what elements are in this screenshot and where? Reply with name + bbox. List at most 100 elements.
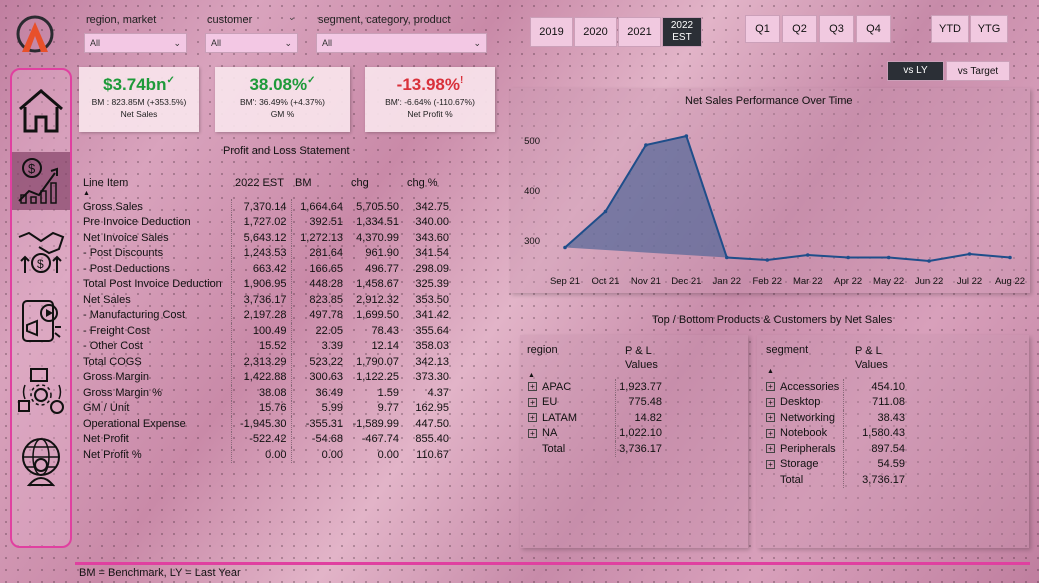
nav-marketing[interactable] bbox=[12, 292, 70, 350]
topbottom-title: Top / Bottom Products & Customers by Net… bbox=[652, 314, 893, 326]
quarter-q1-button[interactable]: Q1 bbox=[745, 15, 780, 43]
table-row[interactable]: Total COGS 2,313.29 523.22 1,790.07 342.13 bbox=[79, 354, 453, 370]
year-2019-button[interactable]: 2019 bbox=[530, 17, 573, 47]
expand-icon[interactable]: + bbox=[528, 413, 537, 423]
list-item[interactable]: + LATAM 14.82 bbox=[525, 410, 665, 426]
filter-customer-dropdown[interactable]: All ⌄ bbox=[205, 33, 298, 53]
supply-chain-icon bbox=[18, 368, 64, 414]
x-tick-label: Feb 22 bbox=[752, 276, 782, 287]
list-item[interactable]: + Peripherals 897.54 bbox=[763, 441, 908, 457]
nav-home[interactable] bbox=[12, 82, 70, 140]
table-row[interactable]: Net Profit % 0.00 0.00 0.00 110.67 bbox=[79, 447, 453, 463]
table-row[interactable]: Net Profit -522.42 -54.68 -467.74 855.40 bbox=[79, 431, 453, 447]
list-item[interactable]: + NA 1,022.10 bbox=[525, 425, 665, 441]
row-value: 454.10 bbox=[842, 379, 908, 395]
expand-icon[interactable]: + bbox=[766, 428, 775, 438]
list-item[interactable]: + EU 775.48 bbox=[525, 394, 665, 410]
list-item[interactable]: + Networking 38.43 bbox=[763, 410, 908, 426]
expand-icon[interactable]: + bbox=[766, 459, 775, 469]
data-point[interactable] bbox=[725, 255, 729, 260]
expand-icon[interactable]: + bbox=[766, 444, 775, 454]
year-2022-est-button[interactable]: 2022 EST bbox=[662, 17, 702, 47]
segment-header: segment bbox=[766, 344, 809, 356]
filter-segment-dropdown[interactable]: All ⌄ bbox=[316, 33, 487, 53]
expand-icon[interactable]: + bbox=[766, 382, 775, 392]
column-header-chg-pct[interactable]: chg % bbox=[403, 177, 453, 199]
data-point[interactable] bbox=[1008, 255, 1012, 260]
data-point[interactable] bbox=[603, 209, 608, 214]
list-item[interactable]: + Desktop 711.08 bbox=[763, 394, 908, 410]
value-cell: 5,705.50 bbox=[356, 200, 399, 213]
table-row[interactable]: Operational Expense -1,945.30 -355.31 -1,58… bbox=[79, 416, 453, 432]
value-cell: -467.74 bbox=[361, 433, 399, 446]
expand-icon[interactable]: + bbox=[766, 397, 775, 407]
total-label: Total bbox=[542, 442, 566, 455]
data-point[interactable] bbox=[765, 258, 770, 262]
list-item[interactable]: + Notebook 1,580.43 bbox=[763, 425, 908, 441]
table-row[interactable]: - Freight Cost 100.49 22.05 78.43 355.64 bbox=[79, 323, 453, 339]
data-point[interactable] bbox=[927, 259, 931, 263]
data-point[interactable] bbox=[846, 255, 850, 260]
vs-target-button[interactable]: vs Target bbox=[946, 61, 1010, 81]
value-cell: 1,272.13 bbox=[290, 230, 347, 246]
value-cell: 0.00 bbox=[290, 447, 347, 463]
row-value: 1,022.10 bbox=[614, 425, 665, 441]
table-row[interactable]: - Post Discounts 1,243.53 281.64 961.90 341.… bbox=[79, 245, 453, 261]
vs-ly-button[interactable]: vs LY bbox=[887, 61, 944, 81]
filter-customer-label: customer bbox=[207, 14, 253, 26]
value-cell: 15.76 bbox=[230, 400, 291, 416]
row-label: Storage bbox=[780, 458, 819, 471]
kpi-value: -13.98% bbox=[396, 75, 460, 94]
list-item[interactable]: + APAC 1,923.77 bbox=[525, 379, 665, 395]
expand-icon[interactable]: + bbox=[528, 382, 537, 392]
nav-finance[interactable]: $ bbox=[12, 152, 70, 210]
column-header-bm[interactable]: BM bbox=[291, 177, 347, 199]
year-2020-button[interactable]: 2020 bbox=[574, 17, 617, 47]
ytd-button[interactable]: YTD bbox=[931, 15, 969, 43]
row-label: Networking bbox=[780, 411, 836, 424]
table-row[interactable]: Total Post Invoice Deduction 1,906.95 448.… bbox=[79, 276, 453, 292]
table-row[interactable]: Net Invoice Sales 5,643.12 1,272.13 4,370.9… bbox=[79, 230, 453, 246]
table-row[interactable]: - Post Deductions 663.42 166.65 496.77 298.0… bbox=[79, 261, 453, 277]
expand-icon[interactable]: + bbox=[528, 397, 537, 407]
expand-icon[interactable]: + bbox=[766, 413, 775, 423]
value-cell: 2,313.29 bbox=[230, 354, 291, 370]
data-point[interactable] bbox=[644, 143, 648, 147]
table-row[interactable]: Pre Invoice Deduction 1,727.02 392.51 1,334… bbox=[79, 214, 453, 230]
quarter-q4-button[interactable]: Q4 bbox=[856, 15, 891, 43]
filter-region-dropdown[interactable]: All ⌄ bbox=[84, 33, 187, 53]
table-row[interactable]: GM / Unit 15.76 5.99 9.77 162.95 bbox=[79, 400, 453, 416]
value-cell: 100.49 bbox=[230, 323, 291, 339]
nav-supply-chain[interactable] bbox=[12, 362, 70, 420]
list-item[interactable]: + Storage 54.59 bbox=[763, 456, 908, 472]
data-point[interactable] bbox=[563, 245, 567, 250]
data-point[interactable] bbox=[684, 134, 689, 138]
table-row[interactable]: Gross Sales 7,370.14 1,664.64 5,705.50 342.7… bbox=[79, 199, 453, 215]
data-point[interactable] bbox=[805, 253, 810, 257]
value-cell: 15.52 bbox=[230, 338, 291, 354]
list-item[interactable]: + Accessories 454.10 bbox=[763, 379, 908, 395]
value-cell: 78.43 bbox=[371, 324, 399, 337]
table-row[interactable]: Net Sales 3,736.17 823.85 2,912.32 353.50 bbox=[79, 292, 453, 308]
nav-executive[interactable] bbox=[12, 432, 70, 490]
expand-icon[interactable]: + bbox=[528, 428, 537, 438]
column-header-chg[interactable]: chg bbox=[347, 177, 403, 199]
column-header-2022-est[interactable]: 2022 EST bbox=[231, 177, 291, 199]
row-value: 1,923.77 bbox=[614, 379, 665, 395]
x-tick-label: Sep 21 bbox=[550, 276, 580, 287]
data-point[interactable] bbox=[886, 255, 891, 260]
table-row[interactable]: - Other Cost 15.52 3.39 12.14 358.03 bbox=[79, 338, 453, 354]
ytg-button[interactable]: YTG bbox=[970, 15, 1008, 43]
table-row[interactable]: - Manufacturing Cost 2,197.28 497.78 1,699.… bbox=[79, 307, 453, 323]
table-row[interactable]: Gross Margin 1,422.88 300.63 1,122.25 373.30 bbox=[79, 369, 453, 385]
value-cell: 2,197.28 bbox=[230, 307, 291, 323]
line-item-cell: - Manufacturing Cost bbox=[83, 309, 186, 322]
quarter-q2-button[interactable]: Q2 bbox=[782, 15, 817, 43]
table-row[interactable]: Gross Margin % 38.08 36.49 1.59 4.37 bbox=[79, 385, 453, 401]
year-2021-button[interactable]: 2021 bbox=[618, 17, 661, 47]
nav-sales[interactable]: $ bbox=[12, 222, 70, 280]
column-header-line-item[interactable]: Line Item ▲ bbox=[79, 177, 231, 199]
sidebar-nav: $ $ bbox=[10, 68, 72, 548]
quarter-q3-button[interactable]: Q3 bbox=[819, 15, 854, 43]
data-point[interactable] bbox=[967, 252, 972, 256]
